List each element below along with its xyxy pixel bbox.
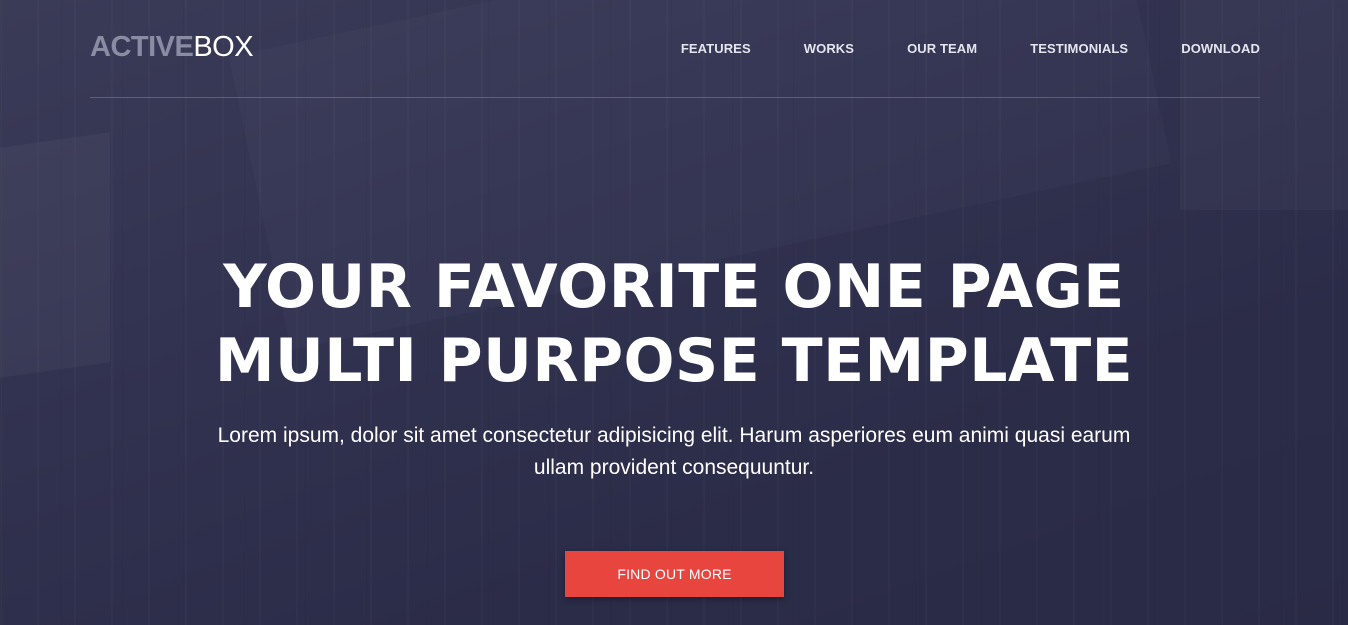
nav-item-works[interactable]: WORKS	[804, 40, 854, 58]
hero-title-line-2: MULTI PURPOSE TEMPLATE	[214, 326, 1134, 396]
brand-logo-light: BOX	[193, 31, 254, 63]
brand-logo-strong: ACTIVE	[90, 31, 194, 63]
brand-logo[interactable]: ACTIVEBOX	[90, 31, 254, 63]
navbar: ACTIVEBOX FEATURES WORKS OUR TEAM TESTIM…	[90, 0, 1260, 98]
hero-subtitle: Lorem ipsum, dolor sit amet consectetur …	[217, 424, 1131, 479]
nav-item-our-team[interactable]: OUR TEAM	[907, 40, 977, 58]
nav-item-testimonials[interactable]: TESTIMONIALS	[1030, 40, 1128, 58]
hero-section: ACTIVEBOX FEATURES WORKS OUR TEAM TESTIM…	[0, 0, 1348, 625]
find-out-more-button[interactable]: FIND OUT MORE	[565, 551, 784, 597]
hero-content: YOUR FAVORITE ONE PAGE MULTI PURPOSE TEM…	[0, 250, 1348, 484]
nav-item-features[interactable]: FEATURES	[681, 40, 751, 58]
hero-title: YOUR FAVORITE ONE PAGE MULTI PURPOSE TEM…	[0, 250, 1348, 398]
hero-title-line-1: YOUR FAVORITE ONE PAGE	[223, 252, 1125, 322]
nav-menu: FEATURES WORKS OUR TEAM TESTIMONIALS DOW…	[681, 40, 1260, 58]
nav-item-download[interactable]: DOWNLOAD	[1181, 40, 1260, 58]
